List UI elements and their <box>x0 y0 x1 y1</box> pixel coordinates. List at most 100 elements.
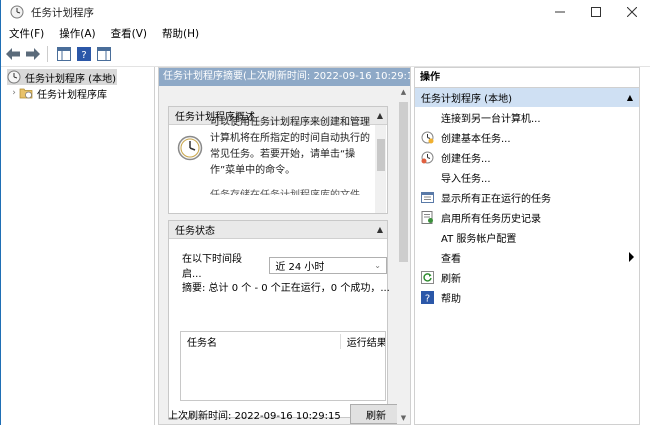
period-value: 近 24 小时 <box>275 261 325 273</box>
action-import-task[interactable]: 导入任务... <box>415 167 639 187</box>
create-basic-task-icon <box>421 131 433 143</box>
action-label: 创建任务... <box>441 153 491 165</box>
tree-item-task-scheduler-library[interactable]: › 任务计划程序库 <box>9 85 107 101</box>
close-icon <box>627 7 637 17</box>
clock-icon <box>177 135 203 161</box>
toolbar-separator <box>47 46 48 62</box>
action-label: 启用所有任务历史记录 <box>441 213 541 225</box>
collapse-up-icon[interactable]: ▲ <box>377 225 383 234</box>
window-title: 任务计划程序 <box>31 6 94 19</box>
tree-item-label: 任务计划程序库 <box>37 89 107 101</box>
task-table-header: 任务名 运行结果 <box>181 332 385 350</box>
action-label: 显示所有正在运行的任务 <box>441 193 551 205</box>
clock-icon <box>10 5 24 19</box>
task-status-title: 任务状态 <box>175 226 215 237</box>
collapse-up-icon: ▲ <box>626 93 633 102</box>
action-label: 创建基本任务... <box>441 133 511 145</box>
menu-action[interactable]: 操作(A) <box>51 26 102 41</box>
period-row: 在以下时间段启... 近 24 小时 ⌄ <box>182 250 387 280</box>
maximize-button[interactable] <box>578 0 614 24</box>
svg-text:?: ? <box>81 50 86 61</box>
task-status-section-header[interactable]: 任务状态 ▲ <box>169 221 387 239</box>
overview-section: 任务计划程序概述 ▲ 可以使用任务计划程序来创建和管理计算机将在所指定的时间自动… <box>168 106 388 214</box>
action-view[interactable]: 查看 <box>415 247 639 267</box>
action-create-task[interactable]: 创建任务... <box>415 147 639 167</box>
clock-icon <box>7 70 21 84</box>
menu-bar: 文件(F) 操作(A) 查看(V) 帮助(H) <box>1 24 650 42</box>
help-icon: ? <box>77 47 91 61</box>
overview-scroll-thumb[interactable] <box>377 139 385 171</box>
back-arrow-icon <box>6 48 20 60</box>
period-label: 在以下时间段启... <box>182 254 242 280</box>
help-icon: ? <box>420 290 434 304</box>
window-right-edge <box>640 67 650 425</box>
action-label: 刷新 <box>441 273 461 285</box>
minimize-icon <box>555 11 565 13</box>
submenu-arrow-icon <box>629 252 634 262</box>
refresh-icon <box>420 270 434 284</box>
console-tree-icon <box>57 47 71 61</box>
show-pane-icon <box>97 47 111 61</box>
history-icon <box>421 210 433 224</box>
column-task-name[interactable]: 任务名 <box>181 333 341 349</box>
minimize-button[interactable] <box>542 0 578 24</box>
overview-description-more: 任务存储在任务计划程序库的文件 <box>210 189 360 195</box>
menu-file[interactable]: 文件(F) <box>1 26 51 41</box>
refresh-button[interactable]: 刷新 <box>350 404 402 424</box>
show-hide-action-pane-button[interactable] <box>96 46 112 62</box>
action-at-service-account[interactable]: AT 服务帐户配置 <box>415 227 639 247</box>
overview-scrollbar[interactable] <box>375 125 386 213</box>
actions-group-task-scheduler[interactable]: 任务计划程序 (本地) ▲ <box>415 88 639 107</box>
summary-pane: 任务计划程序摘要(上次刷新时间: 2022-09-16 10:29:15) 任务… <box>158 67 411 425</box>
chevron-right-icon[interactable]: › <box>9 88 19 98</box>
collapse-up-icon[interactable]: ▲ <box>377 111 383 120</box>
task-summary: 摘要: 总计 0 个 - 0 个正在运行，0 个成功，... <box>182 283 390 294</box>
overview-description: 可以使用任务计划程序来创建和管理计算机将在所指定的时间自动执行的常见任务。若要开… <box>210 117 370 176</box>
forward-arrow-icon <box>26 48 40 60</box>
close-button[interactable] <box>614 0 650 24</box>
action-refresh[interactable]: 刷新 <box>415 267 639 287</box>
action-label: 导入任务... <box>441 173 491 185</box>
running-tasks-icon <box>420 191 434 203</box>
action-create-basic-task[interactable]: 创建基本任务... <box>415 127 639 147</box>
action-show-running-tasks[interactable]: 显示所有正在运行的任务 <box>415 187 639 207</box>
task-status-section: 任务状态 ▲ 在以下时间段启... 近 24 小时 ⌄ 摘要: 总计 0 个 -… <box>168 220 390 418</box>
period-dropdown[interactable]: 近 24 小时 ⌄ <box>269 256 387 274</box>
svg-text:?: ? <box>424 293 429 304</box>
action-label: 连接到另一台计算机... <box>441 113 541 125</box>
back-button[interactable] <box>5 46 21 62</box>
summary-body: 任务计划程序概述 ▲ 可以使用任务计划程序来创建和管理计算机将在所指定的时间自动… <box>159 86 402 424</box>
actions-header: 操作 <box>415 68 639 88</box>
actions-group-label: 任务计划程序 (本地) <box>421 94 512 105</box>
actions-pane: 操作 任务计划程序 (本地) ▲ 连接到另一台计算机... 创建基本任务... … <box>414 67 640 425</box>
tree-item-label: 任务计划程序 (本地) <box>25 73 116 85</box>
action-label: AT 服务帐户配置 <box>441 233 517 245</box>
last-refresh-text: 上次刷新时间: 2022-09-16 10:29:15 <box>168 411 341 422</box>
last-refresh-row: 上次刷新时间: 2022-09-16 10:29:15 <box>168 407 341 422</box>
tree-item-task-scheduler-local[interactable]: 任务计划程序 (本地) <box>7 69 117 85</box>
toolbar: ? <box>1 42 650 67</box>
create-task-icon <box>421 151 433 163</box>
summary-header: 任务计划程序摘要(上次刷新时间: 2022-09-16 10:29:15) <box>159 68 410 86</box>
summary-scrollbar[interactable]: ▲ ▼ <box>397 86 410 424</box>
chevron-down-icon: ⌄ <box>374 260 381 270</box>
task-scheduler-window: 任务计划程序 文件(F) 操作(A) 查看(V) 帮助(H) ? 任务计划程序 … <box>0 0 650 425</box>
action-enable-history[interactable]: 启用所有任务历史记录 <box>415 207 639 227</box>
action-connect-computer[interactable]: 连接到另一台计算机... <box>415 107 639 127</box>
forward-button[interactable] <box>25 46 41 62</box>
scroll-down-icon[interactable]: ▼ <box>397 412 410 424</box>
help-toolbar-button[interactable]: ? <box>76 46 92 62</box>
column-run-result[interactable]: 运行结果 <box>341 334 385 349</box>
summary-scroll-thumb[interactable] <box>399 102 408 262</box>
show-hide-console-tree-button[interactable] <box>56 46 72 62</box>
maximize-icon <box>591 7 601 17</box>
title-bar: 任务计划程序 <box>1 0 650 24</box>
scroll-up-icon[interactable]: ▲ <box>397 86 410 98</box>
console-tree: 任务计划程序 (本地) › 任务计划程序库 <box>1 67 155 425</box>
action-label: 帮助 <box>441 293 461 305</box>
menu-help[interactable]: 帮助(H) <box>154 26 206 41</box>
action-help[interactable]: ? 帮助 <box>415 287 639 307</box>
menu-view[interactable]: 查看(V) <box>103 26 154 41</box>
action-label: 查看 <box>441 253 461 265</box>
task-status-table: 任务名 运行结果 <box>180 331 386 401</box>
